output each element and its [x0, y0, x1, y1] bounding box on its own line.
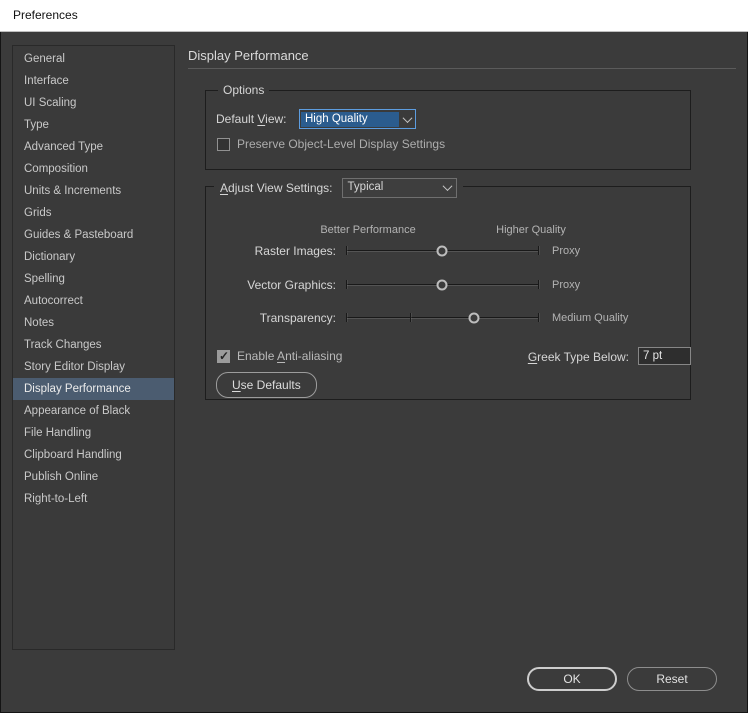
- raster-images-label: Raster Images:: [206, 240, 336, 262]
- vector-graphics-value-label: Proxy: [552, 274, 580, 296]
- enable-anti-aliasing-row: Enable Anti-aliasing: [217, 349, 342, 363]
- adjust-view-settings-dropdown[interactable]: Typical: [342, 178, 457, 198]
- default-view-selected-value: High Quality: [301, 112, 399, 127]
- reset-button[interactable]: Reset: [627, 667, 717, 691]
- sidebar-item-guides-pasteboard[interactable]: Guides & Pasteboard: [13, 224, 174, 246]
- slider-tick: [538, 280, 539, 289]
- sidebar-item-interface[interactable]: Interface: [13, 70, 174, 92]
- sidebar-item-publish-online[interactable]: Publish Online: [13, 466, 174, 488]
- better-performance-label: Better Performance: [320, 224, 415, 236]
- slider-tick: [346, 280, 347, 289]
- sidebar-item-advanced-type[interactable]: Advanced Type: [13, 136, 174, 158]
- chevron-down-icon: [440, 184, 456, 191]
- use-defaults-button[interactable]: Use Defaults: [216, 372, 317, 398]
- options-group-legend: Options: [218, 83, 269, 98]
- slider-tick: [538, 313, 539, 322]
- sidebar-item-clipboard-handling[interactable]: Clipboard Handling: [13, 444, 174, 466]
- sidebar-item-autocorrect[interactable]: Autocorrect: [13, 290, 174, 312]
- sidebar-item-notes[interactable]: Notes: [13, 312, 174, 334]
- adjust-view-settings-selected-value: Typical: [343, 179, 440, 196]
- transparency-value-label: Medium Quality: [552, 307, 628, 329]
- transparency-slider[interactable]: [346, 307, 538, 329]
- sidebar-item-composition[interactable]: Composition: [13, 158, 174, 180]
- enable-anti-aliasing-label: Enable Anti-aliasing: [237, 349, 342, 363]
- raster-images-slider[interactable]: [346, 240, 538, 262]
- page-title: Display Performance: [188, 48, 309, 63]
- sidebar-item-story-editor-display[interactable]: Story Editor Display: [13, 356, 174, 378]
- window-title: Preferences: [13, 0, 78, 31]
- chevron-down-icon: [399, 116, 415, 123]
- slider-tick: [346, 246, 347, 255]
- greek-type-input[interactable]: [638, 347, 691, 365]
- vector-graphics-slider-row: Vector Graphics: Proxy: [206, 274, 690, 296]
- sidebar-item-units-increments[interactable]: Units & Increments: [13, 180, 174, 202]
- adjust-view-settings-label: Adjust View Settings:: [220, 181, 333, 195]
- sidebar-item-ui-scaling[interactable]: UI Scaling: [13, 92, 174, 114]
- slider-tick: [538, 246, 539, 255]
- options-group: Options Default View: High Quality Prese…: [205, 90, 691, 170]
- ok-button[interactable]: OK: [527, 667, 617, 691]
- vector-graphics-slider[interactable]: [346, 274, 538, 296]
- use-defaults-label: Use Defaults: [232, 378, 301, 392]
- vector-graphics-label: Vector Graphics:: [206, 274, 336, 296]
- raster-images-slider-row: Raster Images: Proxy: [206, 240, 690, 262]
- title-divider: [188, 68, 736, 69]
- enable-anti-aliasing-checkbox[interactable]: [217, 350, 230, 363]
- raster-images-slider-thumb[interactable]: [437, 246, 448, 257]
- sidebar-item-type[interactable]: Type: [13, 114, 174, 136]
- transparency-label: Transparency:: [206, 307, 336, 329]
- higher-quality-label: Higher Quality: [496, 224, 566, 236]
- sidebar-item-track-changes[interactable]: Track Changes: [13, 334, 174, 356]
- sidebar-item-right-to-left[interactable]: Right-to-Left: [13, 488, 174, 510]
- titlebar: Preferences: [0, 0, 748, 32]
- adjust-view-settings-group: Adjust View Settings: Typical Better Per…: [205, 186, 691, 400]
- sidebar-item-appearance-of-black[interactable]: Appearance of Black: [13, 400, 174, 422]
- preferences-category-list: GeneralInterfaceUI ScalingTypeAdvanced T…: [12, 45, 175, 650]
- greek-type-below-label: Greek Type Below:: [528, 350, 629, 364]
- sidebar-item-general[interactable]: General: [13, 48, 174, 70]
- sidebar-item-dictionary[interactable]: Dictionary: [13, 246, 174, 268]
- sidebar-item-display-performance[interactable]: Display Performance: [13, 378, 174, 400]
- vector-graphics-slider-thumb[interactable]: [437, 279, 448, 290]
- sidebar-item-grids[interactable]: Grids: [13, 202, 174, 224]
- sidebar-item-spelling[interactable]: Spelling: [13, 268, 174, 290]
- raster-images-value-label: Proxy: [552, 240, 580, 262]
- sidebar-item-file-handling[interactable]: File Handling: [13, 422, 174, 444]
- slider-tick: [346, 313, 347, 322]
- transparency-slider-row: Transparency: Medium Quality: [206, 307, 690, 329]
- transparency-slider-thumb[interactable]: [469, 313, 480, 324]
- preserve-object-level-row: Preserve Object-Level Display Settings: [217, 137, 445, 151]
- preserve-object-level-checkbox[interactable]: [217, 138, 230, 151]
- transparency-slider-track-line: [346, 317, 538, 318]
- default-view-dropdown[interactable]: High Quality: [299, 109, 416, 129]
- slider-tick: [410, 313, 411, 322]
- default-view-label: Default View:: [216, 112, 287, 126]
- adjust-view-settings-legend: Adjust View Settings: Typical: [214, 177, 463, 198]
- preserve-object-level-label: Preserve Object-Level Display Settings: [237, 137, 445, 151]
